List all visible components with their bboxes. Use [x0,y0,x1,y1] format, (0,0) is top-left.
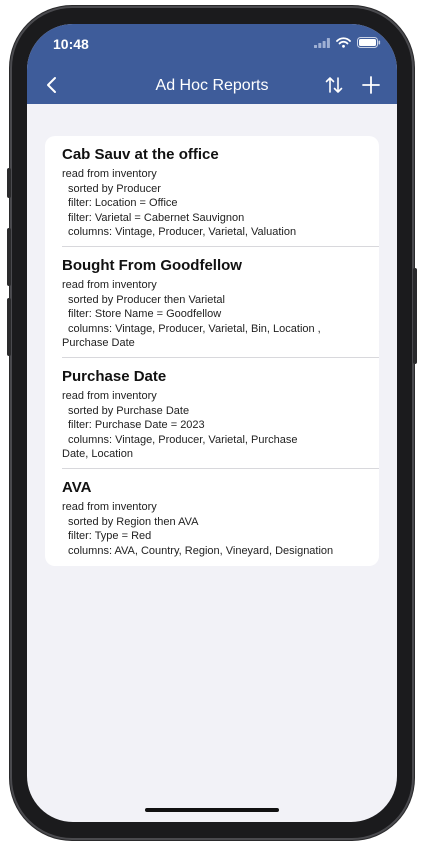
volume-up-button [7,228,11,286]
report-filter: filter: Varietal = Cabernet Sauvignon [68,211,245,224]
cellular-signal-icon [314,37,330,48]
report-item-cab-sauv[interactable]: Cab Sauv at the office read from invento… [45,136,379,247]
side-button [413,268,417,364]
reports-list: Cab Sauv at the office read from invento… [45,136,379,566]
report-sort: sorted by Producer [68,182,161,195]
report-source: read from inventory [62,279,157,291]
report-title: Bought From Goodfellow [62,257,242,274]
volume-down-button [7,298,11,356]
wifi-icon [336,37,351,48]
home-indicator[interactable] [145,808,279,812]
report-sort: sorted by Region then AVA [68,515,199,528]
report-columns: columns: Vintage, Producer, Varietal, Va… [68,226,297,239]
report-item-purchase-date[interactable]: Purchase Date read from inventory sorted… [45,358,379,469]
report-columns: columns: Vintage, Producer, Varietal, Bi… [68,322,321,335]
screen: 10:48 Ad Hoc Reports Cab Sauv at the off… [27,24,397,822]
report-columns: columns: AVA, Country, Region, Vineyard,… [68,544,334,557]
add-plus-icon[interactable] [360,74,382,96]
report-filter: filter: Type = Red [68,530,152,543]
sort-arrows-icon[interactable] [323,74,345,96]
status-icons [314,37,381,48]
report-sort: sorted by Purchase Date [68,404,190,417]
report-title: Purchase Date [62,368,167,385]
report-filter: filter: Location = Office [68,197,178,210]
nav-header: 10:48 Ad Hoc Reports [27,24,397,104]
report-sort: sorted by Producer then Varietal [68,293,225,306]
action-button [7,168,11,198]
report-filter: filter: Purchase Date = 2023 [68,419,205,432]
report-filter: filter: Store Name = Goodfellow [68,308,222,321]
report-columns-cont: Purchase Date [62,337,135,350]
report-source: read from inventory [62,168,157,180]
status-time: 10:48 [53,36,89,52]
report-item-goodfellow[interactable]: Bought From Goodfellow read from invento… [45,247,379,358]
report-title: AVA [62,479,92,496]
report-columns: columns: Vintage, Producer, Varietal, Pu… [68,433,298,446]
report-columns-cont: Date, Location [62,448,133,461]
battery-icon [357,37,381,48]
report-source: read from inventory [62,390,157,402]
report-source: read from inventory [62,501,157,513]
report-title: Cab Sauv at the office [62,146,219,163]
report-item-ava[interactable]: AVA read from inventory sorted by Region… [45,469,379,566]
